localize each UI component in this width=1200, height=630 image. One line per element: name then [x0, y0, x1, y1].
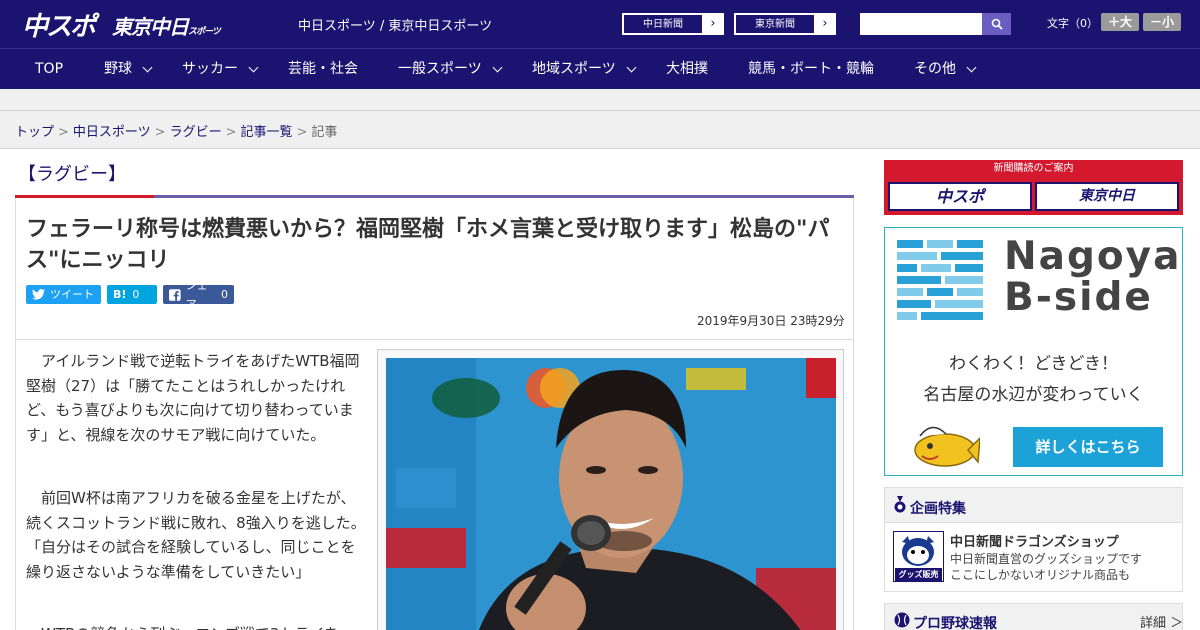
nav-item-other[interactable]: その他: [914, 49, 977, 89]
nav-item-soccer[interactable]: サッカー: [182, 49, 259, 89]
chevron-down-icon: [626, 62, 637, 72]
font-larger-button[interactable]: ＋大: [1101, 13, 1139, 31]
nav-item-general-sports[interactable]: 一般スポーツ: [398, 49, 503, 89]
facebook-icon: [169, 288, 181, 301]
nav-item-local-sports[interactable]: 地域スポーツ: [532, 49, 637, 89]
article-paragraph: アイルランド戦で逆転トライをあげたWTB福岡堅樹（27）は「勝てたことはうれしか…: [26, 352, 360, 444]
ad-title-line: Nagoya: [1004, 234, 1182, 279]
shop-desc-line: ここにしかないオリジナル商品も: [950, 568, 1131, 582]
nav-item-top[interactable]: TOP: [35, 49, 63, 89]
chevron-down-icon: [248, 62, 259, 72]
search-input[interactable]: [860, 13, 982, 35]
facebook-share-button[interactable]: シェア 0: [163, 279, 234, 311]
sub-logo-tokyo[interactable]: 東京中日: [1035, 182, 1179, 211]
tokyo-link-label: 東京新聞: [735, 14, 815, 34]
font-size-label: 文字（0）: [1047, 17, 1098, 30]
chevron-down-icon: [492, 62, 503, 72]
nav-label: TOP: [35, 61, 64, 77]
chunichi-shimbun-link[interactable]: 中日新聞 ›: [622, 13, 724, 35]
nav-label: 一般スポーツ: [398, 61, 482, 77]
breadcrumb-top[interactable]: トップ: [15, 125, 54, 140]
tokyo-logo-sub: スポーツ: [188, 27, 221, 37]
nav-label: 競馬・ボート・競輪: [748, 61, 874, 77]
feature-heading: 企画特集: [910, 501, 966, 517]
breadcrumb-sep: >: [225, 125, 237, 140]
article-photo[interactable]: [386, 358, 836, 630]
baseball-scores-heading: プロ野球速報: [913, 616, 997, 630]
breadcrumb-article-list[interactable]: 記事一覧: [241, 125, 293, 140]
nav-label: 地域スポーツ: [532, 61, 616, 77]
nav-item-sumo[interactable]: 大相撲: [666, 49, 708, 89]
site-links[interactable]: 中日スポーツ / 東京中日スポーツ: [298, 15, 492, 34]
hatena-icon: B!: [113, 288, 127, 301]
chevron-down-icon: [966, 62, 977, 72]
ad-title-line: B-side: [1004, 275, 1153, 320]
twitter-icon: [32, 289, 45, 300]
nav-item-baseball[interactable]: 野球: [104, 49, 153, 89]
article-category[interactable]: 【ラグビー】: [18, 160, 126, 186]
ad-tagline: 名古屋の水辺が変わっていく: [923, 385, 1144, 405]
tokyo-shimbun-link[interactable]: 東京新聞 ›: [734, 13, 836, 35]
hatena-bookmark-button[interactable]: B! 0: [107, 285, 157, 304]
article-paragraph: 前回W杯は南アフリカを破る金星を上げたが、続くスコットランド戦に敗れ、8強入りを…: [26, 489, 366, 581]
search-button[interactable]: [982, 13, 1011, 35]
chunichi-link-label: 中日新聞: [623, 14, 703, 34]
tokyo-chunichi-logo[interactable]: 東京中日スポーツ: [112, 11, 221, 40]
shop-title[interactable]: 中日新聞ドラゴンズショップ: [950, 531, 1119, 550]
facebook-label: シェア: [185, 278, 208, 311]
shachihoko-mascot-icon: [914, 426, 980, 467]
nav-item-entertainment[interactable]: 芸能・社会: [288, 49, 358, 89]
nav-label: その他: [914, 61, 956, 77]
nav-label: 芸能・社会: [288, 61, 358, 77]
facebook-count: 0: [221, 288, 228, 301]
medal-icon: [894, 496, 906, 513]
ad-tagline: わくわく！どきどき！: [949, 354, 1118, 374]
nav-label: 野球: [104, 61, 132, 77]
breadcrumb-rugby[interactable]: ラグビー: [170, 125, 222, 140]
search-icon: [991, 18, 1003, 30]
main-nav: TOP 野球 サッカー 芸能・社会 一般スポーツ 地域スポーツ 大相撲 競馬・ボ…: [0, 48, 1200, 89]
font-smaller-button[interactable]: －小: [1143, 13, 1181, 31]
tweet-button[interactable]: ツイート: [26, 285, 101, 304]
dragons-mascot-icon: [902, 536, 934, 566]
breadcrumb-current: 記事: [311, 125, 338, 140]
subscription-banner[interactable]: 新聞購読のご案内 中スポ 東京中日: [884, 160, 1183, 215]
breadcrumb-sep: >: [154, 125, 166, 140]
chevron-down-icon: [142, 62, 153, 72]
sub-logo-chuspo[interactable]: 中スポ: [888, 182, 1032, 211]
chevron-right-icon: ›: [822, 16, 828, 31]
breadcrumb-sep: >: [58, 125, 69, 140]
article-paragraph: WTBの競争から列ぶ…エンブ戦で3トライを: [26, 622, 368, 630]
tweet-label: ツイート: [50, 288, 94, 301]
chevron-right-icon: ›: [710, 16, 716, 31]
ad-details-button[interactable]: 詳しくはこちら: [1013, 427, 1163, 467]
thumbnail-caption: グッズ販売中: [895, 568, 942, 592]
article-headline: フェラーリ称号は燃費悪いから？福岡堅樹「ホメ言葉と受け取ります」松島の"パス"に…: [26, 217, 830, 273]
nav-label: サッカー: [182, 61, 238, 77]
photo-press-conference-player: [386, 358, 836, 630]
dragons-shop-thumbnail[interactable]: グッズ販売中: [893, 531, 944, 592]
baseball-details-link[interactable]: 詳細 ＞: [1140, 612, 1183, 630]
divider: [0, 110, 1200, 111]
tokyo-logo-text: 東京中日: [112, 15, 189, 39]
breadcrumb: トップ > 中日スポーツ > ラグビー > 記事一覧 > 記事: [15, 121, 337, 140]
breadcrumb-sep: >: [296, 125, 308, 140]
site-header: 中スポ 東京中日スポーツ 中日スポーツ / 東京中日スポーツ 中日新聞 › 東京…: [0, 0, 1200, 48]
bside-logo-icon: [897, 240, 983, 320]
breadcrumb-chuspo[interactable]: 中日スポーツ: [73, 125, 151, 140]
shop-desc-line: 中日新聞直営のグッズショップです: [950, 552, 1143, 566]
ad-title: Nagoya B-side: [1004, 236, 1181, 318]
baseball-icon: [894, 612, 910, 628]
shop-description: 中日新聞直営のグッズショップです ここにしかないオリジナル商品も: [950, 551, 1142, 583]
nav-item-keiba[interactable]: 競馬・ボート・競輪: [748, 49, 874, 89]
hatena-count: 0: [132, 288, 140, 301]
subscription-heading: 新聞購読のご案内: [993, 163, 1074, 174]
nav-label: 大相撲: [666, 61, 708, 77]
chuspo-logo[interactable]: 中スポ: [22, 6, 96, 43]
article-date: 2019年9月30日 23時29分: [697, 314, 845, 328]
